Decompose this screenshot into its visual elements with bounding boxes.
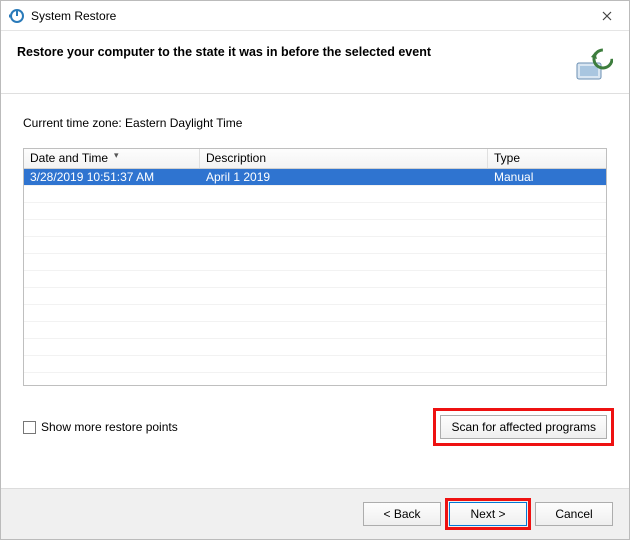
window-title: System Restore bbox=[31, 9, 584, 23]
table-header-row: Date and Time ▾ Description Type bbox=[24, 149, 606, 169]
scan-affected-button[interactable]: Scan for affected programs bbox=[440, 415, 607, 439]
titlebar: System Restore bbox=[1, 1, 629, 31]
show-more-checkbox[interactable]: Show more restore points bbox=[23, 420, 178, 434]
restore-large-icon bbox=[573, 45, 613, 85]
show-more-label: Show more restore points bbox=[41, 420, 178, 434]
wizard-footer: < Back Next > Cancel bbox=[1, 489, 629, 539]
restore-icon bbox=[9, 8, 25, 24]
cell-date: 3/28/2019 10:51:37 AM bbox=[24, 169, 200, 185]
restore-points-table[interactable]: Date and Time ▾ Description Type 3/28/20… bbox=[23, 148, 607, 386]
next-button[interactable]: Next > bbox=[449, 502, 527, 526]
options-row: Show more restore points Scan for affect… bbox=[23, 408, 607, 446]
table-body: 3/28/2019 10:51:37 AM April 1 2019 Manua… bbox=[24, 169, 606, 385]
column-header-date[interactable]: Date and Time ▾ bbox=[24, 149, 200, 168]
page-heading: Restore your computer to the state it wa… bbox=[17, 45, 565, 59]
back-button[interactable]: < Back bbox=[363, 502, 441, 526]
cell-type: Manual bbox=[488, 169, 606, 185]
column-header-date-label: Date and Time bbox=[30, 151, 108, 165]
cancel-button[interactable]: Cancel bbox=[535, 502, 613, 526]
system-restore-window: System Restore Restore your computer to … bbox=[0, 0, 630, 540]
cell-description: April 1 2019 bbox=[200, 169, 488, 185]
column-header-description[interactable]: Description bbox=[200, 149, 488, 168]
close-button[interactable] bbox=[584, 1, 629, 31]
column-header-type[interactable]: Type bbox=[488, 149, 606, 168]
checkbox-box-icon bbox=[23, 421, 36, 434]
wizard-header: Restore your computer to the state it wa… bbox=[1, 31, 629, 94]
sort-indicator-icon: ▾ bbox=[114, 150, 119, 161]
timezone-label: Current time zone: Eastern Daylight Time bbox=[23, 116, 607, 130]
table-row[interactable]: 3/28/2019 10:51:37 AM April 1 2019 Manua… bbox=[24, 169, 606, 186]
wizard-body: Current time zone: Eastern Daylight Time… bbox=[1, 94, 629, 489]
